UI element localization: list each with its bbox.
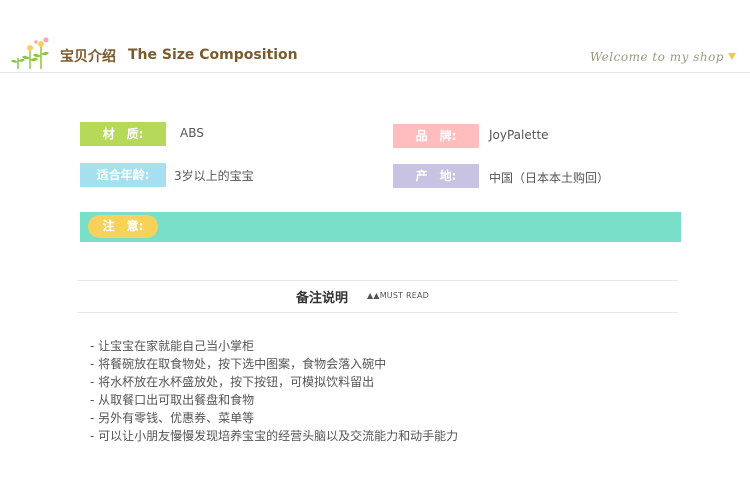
- origin-tag: 产 地:: [393, 164, 479, 188]
- triangle-down-icon: [728, 53, 736, 60]
- list-item: - 让宝宝在家就能自己当小掌柜: [90, 339, 255, 353]
- remarks-title: 备注说明: [296, 291, 349, 306]
- material-value: ABS: [180, 126, 204, 140]
- notes-list: - 让宝宝在家就能自己当小掌柜 - 将餐碗放在取食物处，按下选中图案，食物会落入…: [90, 337, 458, 445]
- list-item: - 从取餐口出可取出餐盘和食物: [90, 393, 255, 407]
- divider-top: [77, 280, 678, 281]
- notice-badge: 注 意:: [88, 215, 158, 238]
- list-item: - 可以让小朋友慢慢发现培养宝宝的经营头脑以及交流能力和动手能力: [90, 429, 459, 443]
- age-tag: 适合年龄:: [80, 163, 166, 187]
- must-read-label: ▲▲MUST READ: [367, 291, 430, 300]
- header: 宝贝介绍 The Size Composition Welcome to my …: [0, 0, 750, 73]
- section-title-cn: 宝贝介绍: [60, 49, 116, 65]
- age-value: 3岁以上的宝宝: [174, 169, 254, 183]
- brand-tag: 品 牌:: [393, 124, 479, 148]
- section-title-en: The Size Composition: [128, 47, 298, 63]
- notice-bar: 注 意:: [80, 212, 681, 242]
- brand-value: JoyPalette: [489, 128, 549, 142]
- welcome-text: Welcome to my shop: [589, 50, 724, 64]
- origin-value: 中国（日本本土购回）: [489, 171, 610, 185]
- material-tag: 材 质:: [80, 122, 166, 146]
- flower-sprouts-icon: [11, 37, 49, 69]
- list-item: - 将水杯放在水杯盛放处，按下按钮，可模拟饮料留出: [90, 375, 375, 389]
- list-item: - 将餐碗放在取食物处，按下选中图案，食物会落入碗中: [90, 357, 387, 371]
- divider-bottom: [77, 312, 678, 313]
- list-item: - 另外有零钱、优惠券、菜单等: [90, 411, 255, 425]
